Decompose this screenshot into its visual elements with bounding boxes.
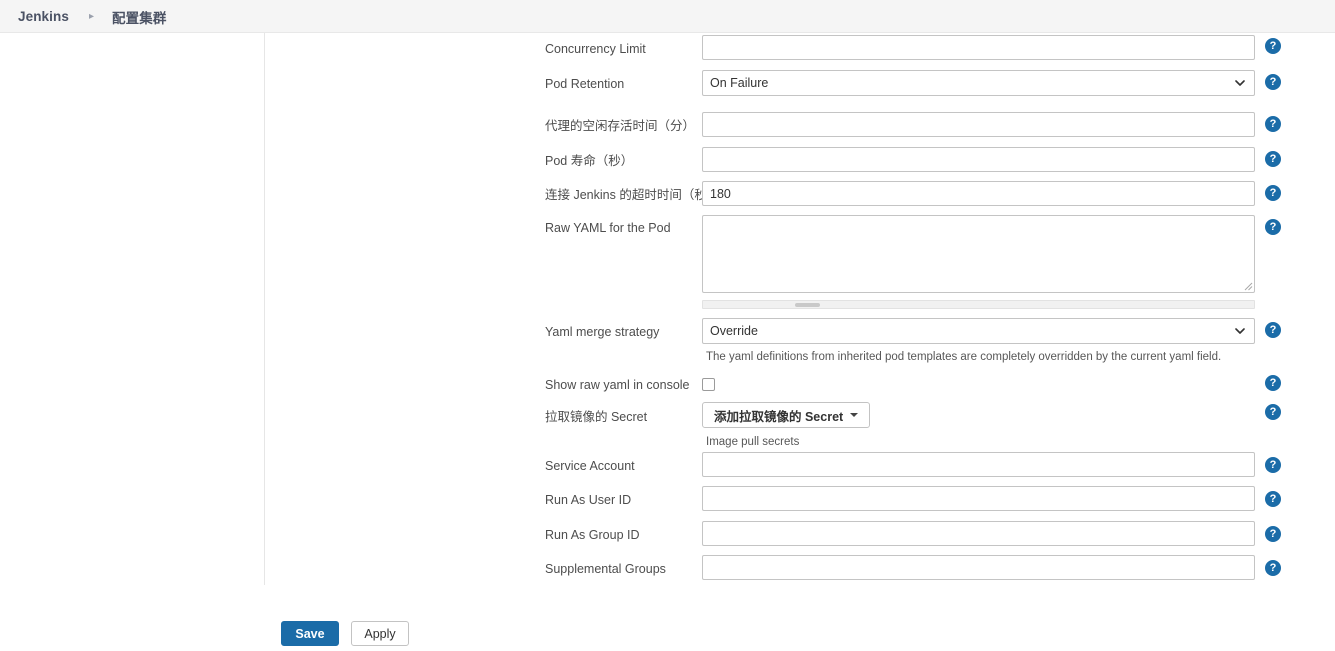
description-image-pull-secrets: Image pull secrets (706, 436, 800, 448)
help-icon-raw-yaml[interactable]: ? (1265, 219, 1281, 235)
help-icon-image-pull-secrets[interactable]: ? (1265, 404, 1281, 420)
label-show-raw-yaml: Show raw yaml in console (545, 378, 690, 392)
agent-idle-minutes-input[interactable] (702, 112, 1255, 137)
label-service-account: Service Account (545, 459, 635, 473)
show-raw-yaml-checkbox[interactable] (702, 378, 715, 391)
pod-template-config-form: Concurrency Limit ? Pod Retention On Fai… (0, 33, 1335, 618)
help-icon-yaml-merge-strategy[interactable]: ? (1265, 322, 1281, 338)
label-raw-yaml: Raw YAML for the Pod (545, 221, 671, 235)
help-icon-pod-lifespan-seconds[interactable]: ? (1265, 151, 1281, 167)
scrollbar-thumb[interactable] (795, 303, 820, 307)
chevron-down-icon (1235, 80, 1245, 86)
run-as-group-id-input[interactable] (702, 521, 1255, 546)
add-image-pull-secret-label: 添加拉取镜像的 Secret (714, 409, 844, 424)
help-icon-concurrency-limit[interactable]: ? (1265, 38, 1281, 54)
breadcrumb-item-configure-cluster[interactable]: 配置集群 (108, 5, 170, 29)
label-agent-idle-minutes: 代理的空闲存活时间（分） (545, 119, 696, 133)
form-action-bar: Save Apply (0, 585, 1335, 651)
save-button[interactable]: Save (281, 621, 339, 646)
description-yaml-merge-strategy: The yaml definitions from inherited pod … (706, 351, 1222, 363)
help-icon-run-as-user-id[interactable]: ? (1265, 491, 1281, 507)
run-as-user-id-input[interactable] (702, 486, 1255, 511)
help-icon-supplemental-groups[interactable]: ? (1265, 560, 1281, 576)
breadcrumb-item-jenkins[interactable]: Jenkins (14, 7, 73, 26)
raw-yaml-horizontal-scrollbar[interactable] (702, 300, 1255, 309)
help-icon-connect-timeout-seconds[interactable]: ? (1265, 185, 1281, 201)
yaml-merge-strategy-select[interactable]: Override (702, 318, 1255, 344)
help-icon-run-as-group-id[interactable]: ? (1265, 526, 1281, 542)
label-connect-timeout-seconds: 连接 Jenkins 的超时时间（秒） (545, 188, 720, 202)
apply-button[interactable]: Apply (351, 621, 409, 646)
label-concurrency-limit: Concurrency Limit (545, 42, 646, 56)
raw-yaml-textarea[interactable] (702, 215, 1255, 293)
add-image-pull-secret-button[interactable]: 添加拉取镜像的 Secret (702, 402, 871, 428)
top-header-bar: Jenkins ▸ 配置集群 (0, 0, 1335, 33)
pod-retention-select[interactable]: On Failure (702, 70, 1255, 96)
pod-retention-value: On Failure (710, 76, 769, 90)
label-supplemental-groups: Supplemental Groups (545, 562, 666, 576)
breadcrumb: Jenkins ▸ 配置集群 (0, 0, 1335, 33)
label-run-as-user-id: Run As User ID (545, 493, 632, 507)
service-account-input[interactable] (702, 452, 1255, 477)
pod-lifespan-seconds-input[interactable] (702, 147, 1255, 172)
label-pod-lifespan-seconds: Pod 寿命（秒） (545, 154, 634, 168)
yaml-merge-strategy-value: Override (710, 324, 758, 338)
help-icon-pod-retention[interactable]: ? (1265, 74, 1281, 90)
connect-timeout-seconds-input[interactable] (702, 181, 1255, 206)
form-row-supplemental-groups: Supplemental Groups ? (0, 555, 1335, 585)
breadcrumb-separator-icon: ▸ (88, 11, 95, 22)
help-icon-service-account[interactable]: ? (1265, 457, 1281, 473)
label-pod-retention: Pod Retention (545, 77, 625, 91)
supplemental-groups-input[interactable] (702, 555, 1255, 580)
help-icon-agent-idle-minutes[interactable]: ? (1265, 116, 1281, 132)
label-run-as-group-id: Run As Group ID (545, 528, 640, 542)
concurrency-limit-input[interactable] (702, 35, 1255, 60)
help-icon-show-raw-yaml[interactable]: ? (1265, 375, 1281, 391)
chevron-down-icon (1235, 328, 1245, 334)
page-body: Concurrency Limit ? Pod Retention On Fai… (0, 33, 1335, 651)
label-yaml-merge-strategy: Yaml merge strategy (545, 325, 660, 339)
caret-down-icon (850, 413, 859, 417)
resize-grip-icon[interactable] (1241, 279, 1253, 291)
label-image-pull-secrets: 拉取镜像的 Secret (545, 410, 648, 424)
